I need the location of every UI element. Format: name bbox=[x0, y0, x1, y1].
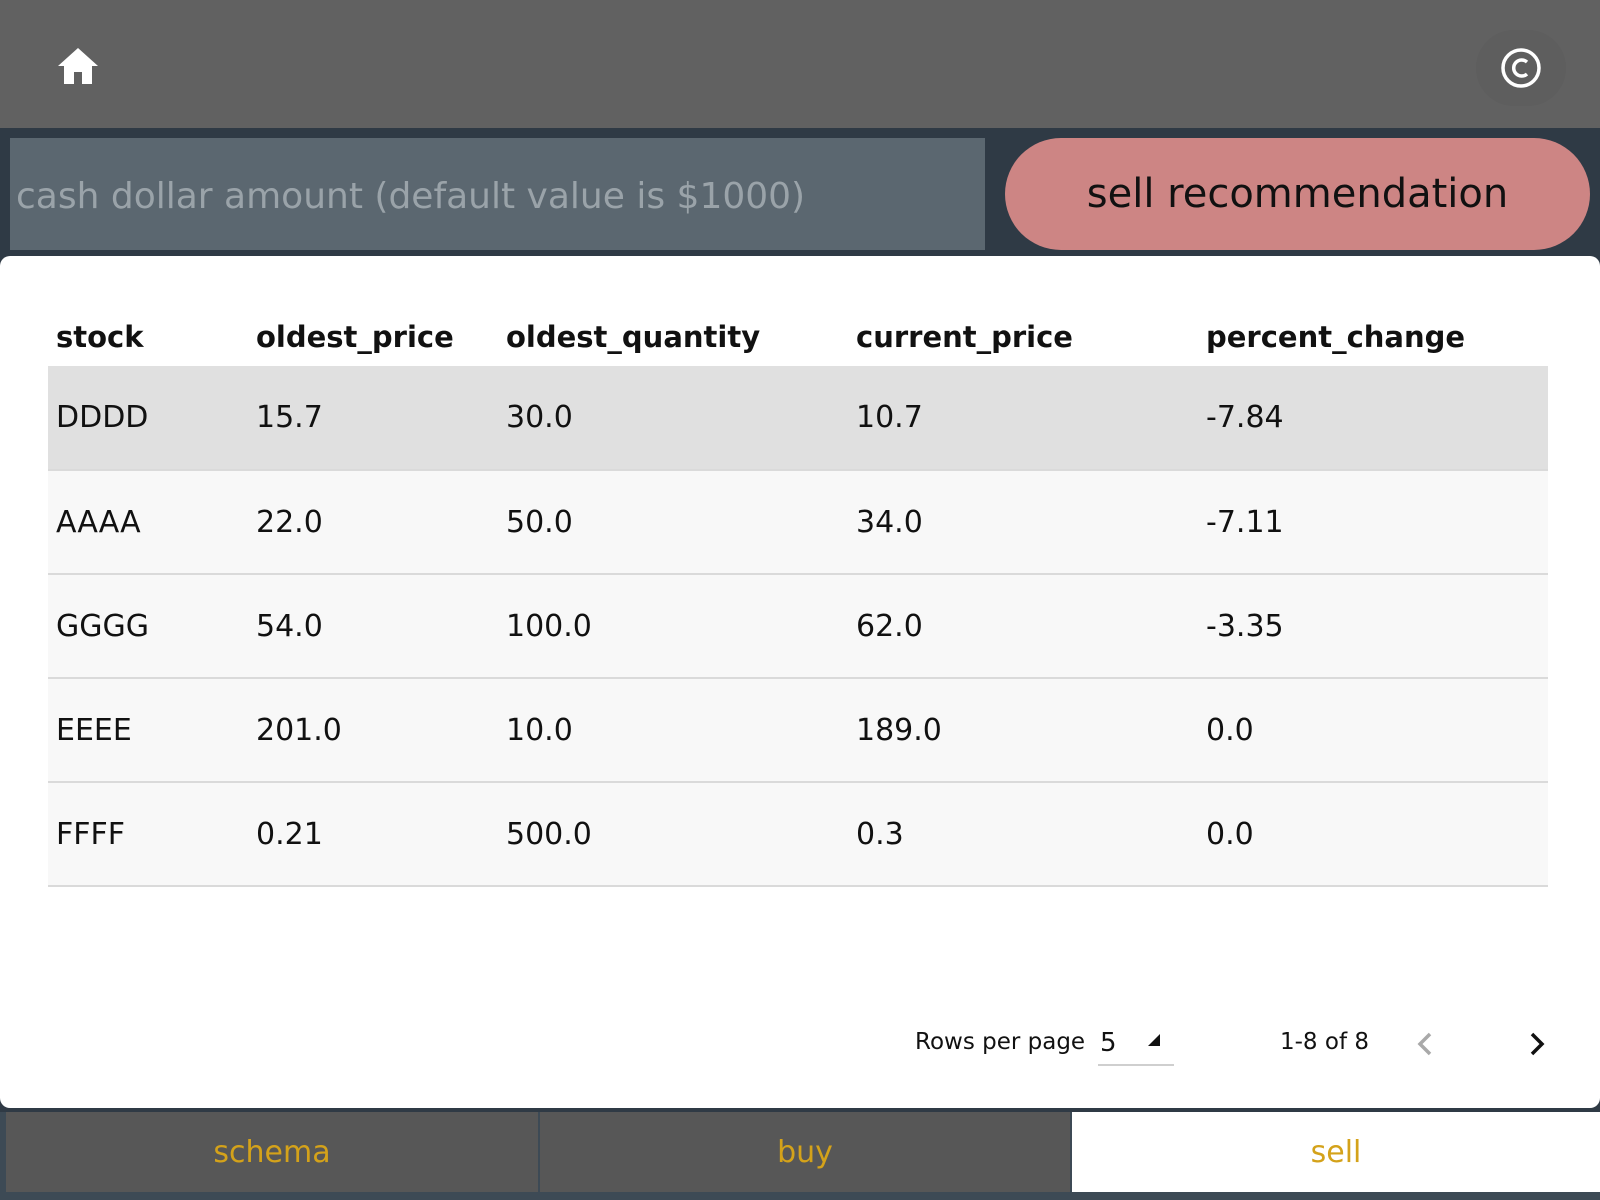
cell-oldest-quantity: 10.0 bbox=[498, 678, 848, 783]
chevron-right-icon bbox=[1530, 1032, 1545, 1056]
cell-current-price: 189.0 bbox=[848, 678, 1198, 783]
home-icon bbox=[58, 48, 98, 84]
cell-stock: GGGG bbox=[48, 574, 248, 679]
table-row[interactable]: DDDD 15.7 30.0 10.7 -7.84 bbox=[48, 366, 1548, 471]
rows-per-page-label: Rows per page bbox=[915, 1029, 1086, 1055]
cell-percent-change: -7.11 bbox=[1198, 470, 1548, 575]
table-row[interactable]: GGGG 54.0 100.0 62.0 -3.35 bbox=[48, 574, 1548, 679]
cell-oldest-price: 0.21 bbox=[248, 782, 498, 887]
recommendation-table: stock oldest_price oldest_quantity curre… bbox=[48, 256, 1548, 887]
tab-sell[interactable]: sell bbox=[1072, 1112, 1600, 1192]
cell-oldest-price: 22.0 bbox=[248, 470, 498, 575]
cell-oldest-price: 15.7 bbox=[248, 366, 498, 471]
cell-oldest-quantity: 500.0 bbox=[498, 782, 848, 887]
cell-percent-change: 0.0 bbox=[1198, 678, 1548, 783]
table-row[interactable]: EEEE 201.0 10.0 189.0 0.0 bbox=[48, 678, 1548, 783]
page-range-text: 1-8 of 8 bbox=[1280, 1029, 1369, 1055]
sell-recommendation-button[interactable]: sell recommendation bbox=[1005, 138, 1590, 250]
copyright-icon bbox=[1501, 48, 1541, 88]
cell-stock: DDDD bbox=[48, 366, 248, 471]
tab-schema[interactable]: schema bbox=[6, 1112, 538, 1192]
cell-oldest-quantity: 30.0 bbox=[498, 366, 848, 471]
cell-oldest-quantity: 50.0 bbox=[498, 470, 848, 575]
cell-stock: FFFF bbox=[48, 782, 248, 887]
cell-stock: EEEE bbox=[48, 678, 248, 783]
app-root: sell recommendation stock oldest_price o… bbox=[0, 0, 1600, 1200]
next-page-button[interactable] bbox=[1518, 1026, 1554, 1062]
top-bar bbox=[0, 0, 1600, 128]
cell-oldest-price: 201.0 bbox=[248, 678, 498, 783]
table-header-row: stock oldest_price oldest_quantity curre… bbox=[48, 256, 1548, 366]
home-button[interactable] bbox=[40, 28, 116, 104]
rows-per-page-value: 5 bbox=[1100, 1028, 1117, 1058]
cell-percent-change: 0.0 bbox=[1198, 782, 1548, 887]
chevron-left-icon bbox=[1417, 1032, 1432, 1056]
cell-current-price: 10.7 bbox=[848, 366, 1198, 471]
column-header-current-price[interactable]: current_price bbox=[848, 256, 1198, 366]
table-row[interactable]: FFFF 0.21 500.0 0.3 0.0 bbox=[48, 782, 1548, 887]
column-header-stock[interactable]: stock bbox=[48, 256, 248, 366]
table-row[interactable]: AAAA 22.0 50.0 34.0 -7.11 bbox=[48, 470, 1548, 575]
cell-percent-change: -7.84 bbox=[1198, 366, 1548, 471]
results-card: stock oldest_price oldest_quantity curre… bbox=[0, 256, 1600, 1108]
cell-current-price: 34.0 bbox=[848, 470, 1198, 575]
cell-current-price: 0.3 bbox=[848, 782, 1198, 887]
cell-oldest-quantity: 100.0 bbox=[498, 574, 848, 679]
cash-amount-input[interactable] bbox=[10, 138, 985, 250]
copyright-button[interactable] bbox=[1476, 30, 1566, 106]
cell-percent-change: -3.35 bbox=[1198, 574, 1548, 679]
tab-buy[interactable]: buy bbox=[540, 1112, 1070, 1192]
column-header-percent-change[interactable]: percent_change bbox=[1198, 256, 1548, 366]
rows-per-page-select[interactable]: 5 bbox=[1098, 1022, 1174, 1066]
column-header-oldest-price[interactable]: oldest_price bbox=[248, 256, 498, 366]
cell-stock: AAAA bbox=[48, 470, 248, 575]
cell-oldest-price: 54.0 bbox=[248, 574, 498, 679]
previous-page-button[interactable] bbox=[1408, 1026, 1444, 1062]
column-header-oldest-quantity[interactable]: oldest_quantity bbox=[498, 256, 848, 366]
bottom-tab-bar: schema buy sell bbox=[0, 1112, 1600, 1200]
caret-up-icon bbox=[1148, 1034, 1160, 1046]
cell-current-price: 62.0 bbox=[848, 574, 1198, 679]
